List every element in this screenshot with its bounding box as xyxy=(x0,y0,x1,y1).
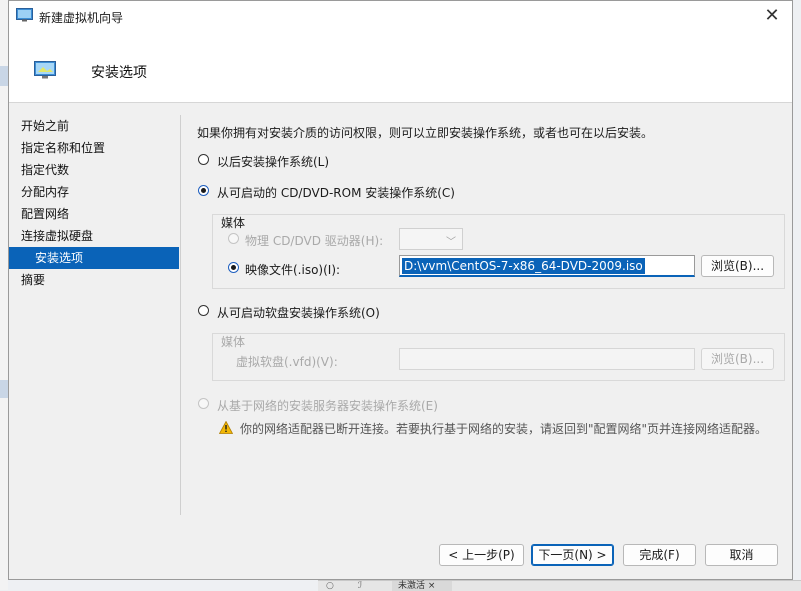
install-floppy-label[interactable]: 从可启动软盘安装操作系统(O) xyxy=(217,304,380,321)
floppy-media-group-title: 媒体 xyxy=(221,335,246,349)
wizard-steps-sidebar: 开始之前 指定名称和位置 指定代数 分配内存 配置网络 连接虚拟硬盘 安装选项 … xyxy=(9,115,179,291)
background-highlight xyxy=(0,380,8,398)
sidebar-divider xyxy=(180,115,181,515)
sidebar-item-install-options[interactable]: 安装选项 xyxy=(9,247,179,269)
physical-drive-select[interactable]: ﹀ xyxy=(399,228,463,250)
browse-iso-button[interactable]: 浏览(B)... xyxy=(701,255,774,277)
install-later-label[interactable]: 以后安装操作系统(L) xyxy=(217,153,329,170)
wizard-body: 开始之前 指定名称和位置 指定代数 分配内存 配置网络 连接虚拟硬盘 安装选项 … xyxy=(9,103,792,579)
image-file-path: D:\vvm\CentOS-7-x86_64-DVD-2009.iso xyxy=(402,258,645,274)
title-bar: 新建虚拟机向导 ✕ xyxy=(9,1,792,32)
physical-drive-label[interactable]: 物理 CD/DVD 驱动器(H): xyxy=(245,232,383,249)
browse-floppy-button[interactable]: 浏览(B)... xyxy=(701,348,774,370)
previous-button[interactable]: < 上一步(P) xyxy=(439,544,524,566)
install-floppy-radio[interactable] xyxy=(198,305,209,316)
image-file-radio[interactable] xyxy=(228,262,239,273)
install-cd-radio[interactable] xyxy=(198,185,209,196)
install-network-radio[interactable] xyxy=(198,398,209,409)
install-options-panel: 如果你拥有对安装介质的访问权限，则可以立即安装操作系统，或者也可在以后安装。 以… xyxy=(195,103,792,579)
install-options-icon xyxy=(34,61,56,79)
background-highlight xyxy=(0,66,8,86)
warning-icon xyxy=(218,420,234,434)
sidebar-item-virtual-disk[interactable]: 连接虚拟硬盘 xyxy=(9,225,179,247)
vm-wizard-icon xyxy=(16,8,33,22)
close-icon[interactable]: ✕ xyxy=(758,3,786,29)
install-network-label[interactable]: 从基于网络的安装服务器安装操作系统(E) xyxy=(217,397,438,414)
next-button[interactable]: 下一页(N) > xyxy=(531,544,614,566)
image-file-input[interactable]: D:\vvm\CentOS-7-x86_64-DVD-2009.iso xyxy=(399,255,695,277)
sidebar-item-memory[interactable]: 分配内存 xyxy=(9,181,179,203)
page-header: 安装选项 xyxy=(9,32,792,103)
background-taskbar: ○ ℐ 未激活 × xyxy=(318,580,801,591)
virtual-floppy-input[interactable] xyxy=(399,348,695,370)
chevron-down-icon: ﹀ xyxy=(446,237,456,248)
virtual-floppy-label: 虚拟软盘(.vfd)(V): xyxy=(236,355,338,369)
cd-media-group-title: 媒体 xyxy=(221,216,246,230)
page-title: 安装选项 xyxy=(91,65,147,81)
sidebar-item-network[interactable]: 配置网络 xyxy=(9,203,179,225)
sidebar-item-generation[interactable]: 指定代数 xyxy=(9,159,179,181)
finish-button[interactable]: 完成(F) xyxy=(623,544,696,566)
sidebar-item-name-location[interactable]: 指定名称和位置 xyxy=(9,137,179,159)
sidebar-item-summary[interactable]: 摘要 xyxy=(9,269,179,291)
install-cd-label[interactable]: 从可启动的 CD/DVD-ROM 安装操作系统(C) xyxy=(217,184,455,201)
wizard-window: 新建虚拟机向导 ✕ 安装选项 开始之前 指定名称和位置 指定代数 分配内存 配置… xyxy=(8,0,793,580)
image-file-label[interactable]: 映像文件(.iso)(I): xyxy=(245,261,340,278)
install-later-radio[interactable] xyxy=(198,154,209,165)
sidebar-item-before-you-begin[interactable]: 开始之前 xyxy=(9,115,179,137)
network-warning-text: 你的网络适配器已断开连接。若要执行基于网络的安装，请返回到"配置网络"页并连接网… xyxy=(240,422,768,436)
cancel-button[interactable]: 取消 xyxy=(705,544,778,566)
background-app-strip xyxy=(0,0,8,590)
window-title: 新建虚拟机向导 xyxy=(39,11,124,25)
physical-drive-radio[interactable] xyxy=(228,233,239,244)
intro-text: 如果你拥有对安装介质的访问权限，则可以立即安装操作系统，或者也可在以后安装。 xyxy=(197,126,654,140)
